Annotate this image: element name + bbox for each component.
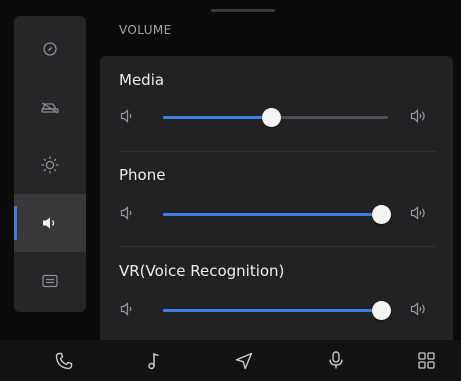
volume-panel: Media Phone VR(Voice Recognition) bbox=[100, 56, 453, 340]
bottom-nav-voice[interactable] bbox=[306, 340, 366, 381]
brightness-icon bbox=[41, 156, 59, 174]
bottom-nav-phone[interactable] bbox=[34, 340, 94, 381]
vr-volume-slider-row bbox=[100, 295, 453, 325]
phone-volume-label: Phone bbox=[119, 166, 166, 184]
section-title: VOLUME bbox=[119, 23, 172, 37]
music-icon bbox=[148, 352, 159, 369]
media-volume-slider-row bbox=[100, 102, 453, 132]
volume-low-icon[interactable] bbox=[120, 301, 136, 317]
phone-volume-fill bbox=[163, 213, 382, 216]
bottom-nav-music[interactable] bbox=[124, 340, 184, 381]
media-volume-fill bbox=[163, 116, 271, 119]
volume-high-icon[interactable] bbox=[410, 108, 428, 124]
speaker-icon bbox=[43, 217, 55, 229]
bottom-nav-apps[interactable] bbox=[396, 340, 456, 381]
sidebar-item-general[interactable] bbox=[14, 252, 86, 310]
vr-volume-label: VR(Voice Recognition) bbox=[119, 262, 285, 280]
divider bbox=[119, 151, 435, 152]
bottom-nav-bar bbox=[0, 340, 461, 381]
volume-high-icon[interactable] bbox=[410, 205, 428, 221]
media-volume-slider[interactable] bbox=[163, 108, 388, 127]
phone-volume-slider[interactable] bbox=[163, 205, 392, 224]
card-icon bbox=[42, 274, 58, 288]
volume-low-icon[interactable] bbox=[120, 205, 136, 221]
navigation-icon bbox=[235, 352, 253, 369]
drag-handle[interactable] bbox=[211, 9, 275, 12]
compass-icon bbox=[43, 42, 57, 56]
phone-volume-thumb[interactable] bbox=[372, 205, 392, 224]
sidebar-item-compass[interactable] bbox=[14, 20, 86, 78]
settings-sidebar bbox=[14, 16, 86, 312]
media-volume-thumb[interactable] bbox=[262, 108, 281, 127]
microphone-icon bbox=[329, 351, 343, 369]
bottom-nav-navigation[interactable] bbox=[214, 340, 274, 381]
sidebar-item-display[interactable] bbox=[14, 136, 86, 194]
sidebar-item-sound[interactable] bbox=[14, 194, 86, 252]
car-icon bbox=[41, 102, 59, 114]
divider bbox=[119, 246, 435, 247]
phone-volume-slider-row bbox=[100, 199, 453, 229]
vr-volume-slider[interactable] bbox=[163, 301, 392, 320]
apps-grid-icon bbox=[417, 352, 435, 369]
volume-high-icon[interactable] bbox=[410, 301, 428, 317]
vr-volume-thumb[interactable] bbox=[372, 301, 392, 320]
media-volume-label: Media bbox=[119, 71, 165, 89]
phone-icon bbox=[55, 352, 73, 369]
volume-low-icon[interactable] bbox=[120, 108, 136, 124]
sidebar-item-vehicle[interactable] bbox=[14, 78, 86, 136]
vr-volume-fill bbox=[163, 309, 382, 312]
